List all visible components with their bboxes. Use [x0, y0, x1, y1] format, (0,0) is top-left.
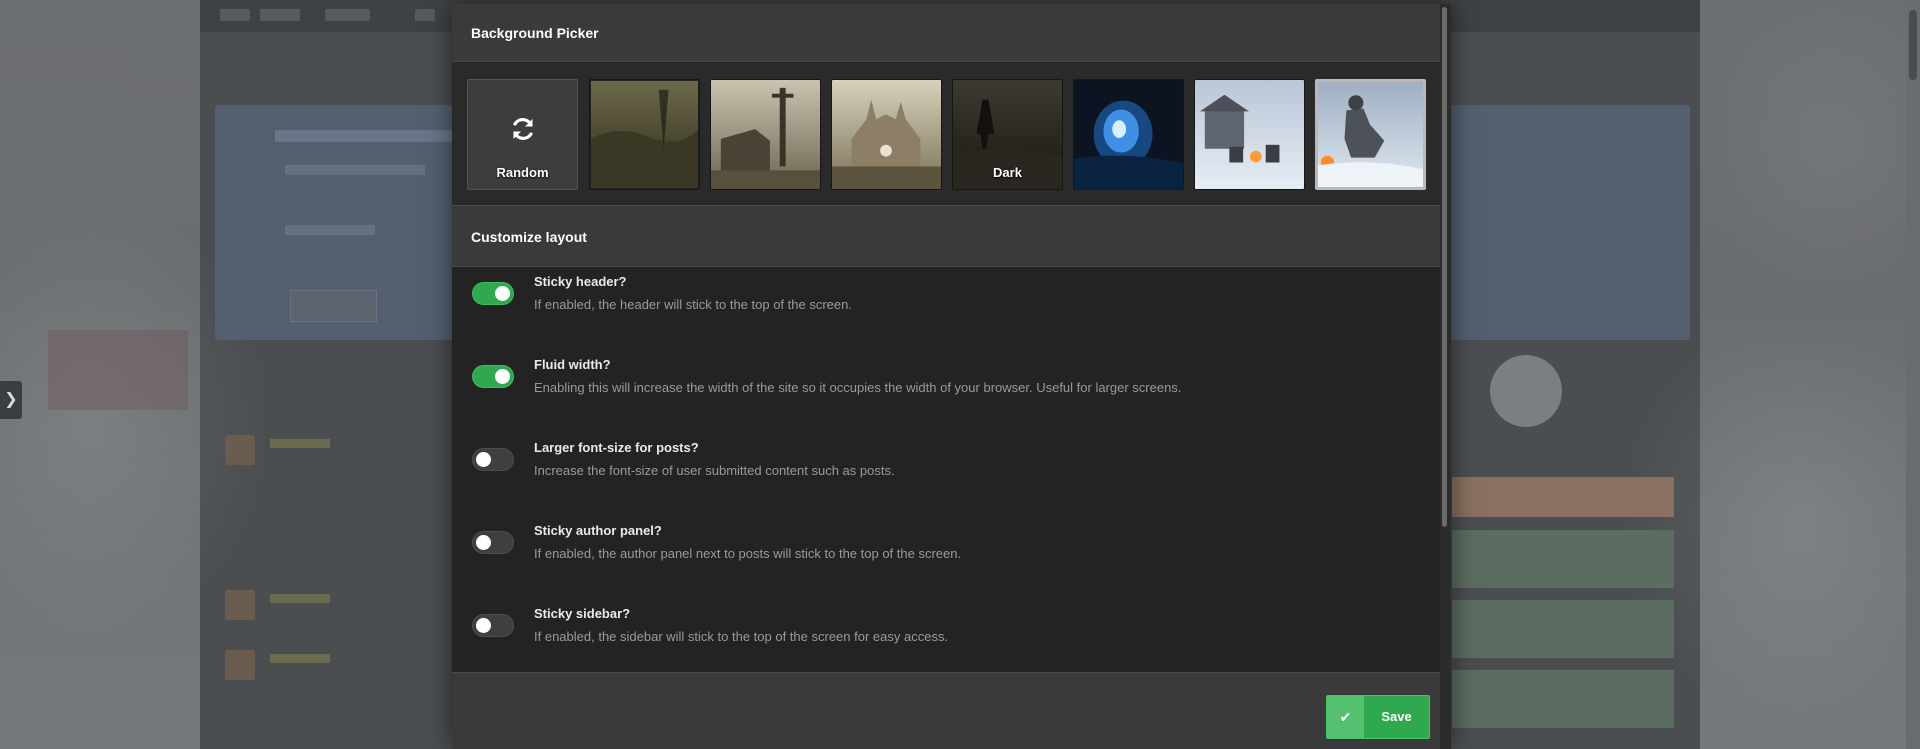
background-option-snowstorm-selected[interactable] — [1315, 79, 1426, 190]
option-title: Sticky author panel? — [534, 523, 662, 538]
option-description: If enabled, the header will stick to the… — [534, 297, 852, 312]
customize-layout-heading: Customize layout — [452, 205, 1440, 267]
backdrop-avatar — [1490, 355, 1562, 427]
option-description: Enabling this will increase the width of… — [534, 380, 1182, 395]
option-fluid-width: Fluid width? Enabling this will increase… — [452, 351, 1440, 421]
background-option-campfire[interactable] — [1194, 79, 1305, 190]
option-larger-font-size: Larger font-size for posts? Increase the… — [452, 434, 1440, 504]
refresh-icon — [468, 114, 577, 149]
sticky-header-toggle[interactable] — [472, 282, 514, 305]
backdrop-sidebar-block — [1452, 670, 1674, 728]
side-panel-toggle[interactable]: ❯ — [0, 381, 22, 419]
option-description: If enabled, the author panel next to pos… — [534, 546, 962, 561]
modal-scrollbar-thumb[interactable] — [1442, 7, 1447, 527]
sticky-author-panel-toggle[interactable] — [472, 531, 514, 554]
sticky-sidebar-toggle[interactable] — [472, 614, 514, 637]
background-picker-heading: Background Picker — [452, 4, 1440, 62]
modal-footer: ✔ Save — [452, 672, 1440, 749]
dark-label: Dark — [993, 165, 1022, 180]
save-label: Save — [1381, 709, 1412, 724]
option-title: Fluid width? — [534, 357, 611, 372]
option-sticky-header: Sticky header? If enabled, the header wi… — [452, 268, 1440, 338]
larger-font-size-toggle[interactable] — [472, 448, 514, 471]
modal-scrollbar[interactable] — [1440, 4, 1451, 749]
save-button[interactable]: ✔ Save — [1326, 695, 1430, 739]
background-option-ruins[interactable] — [710, 79, 821, 190]
option-sticky-author-panel: Sticky author panel? If enabled, the aut… — [452, 517, 1440, 587]
backdrop-left-panel — [48, 330, 188, 410]
option-title: Larger font-size for posts? — [534, 440, 699, 455]
random-label: Random — [496, 165, 549, 180]
backdrop-sidebar-block — [1452, 600, 1674, 658]
background-option-random[interactable]: Random — [467, 79, 578, 190]
background-option-anomaly[interactable] — [1073, 79, 1184, 190]
background-picker: Random Dark — [452, 63, 1440, 205]
chevron-right-icon: ❯ — [4, 391, 18, 408]
backdrop-sidebar-block — [1452, 477, 1674, 517]
option-description: If enabled, the sidebar will stick to th… — [534, 629, 949, 644]
option-title: Sticky sidebar? — [534, 606, 631, 621]
fluid-width-toggle[interactable] — [472, 365, 514, 388]
checkmark-icon: ✔ — [1327, 696, 1364, 738]
background-option-church[interactable] — [831, 79, 942, 190]
option-sticky-sidebar: Sticky sidebar? If enabled, the sidebar … — [452, 600, 1440, 670]
page-scrollbar[interactable] — [1906, 0, 1920, 749]
option-title: Sticky header? — [534, 274, 627, 289]
style-chooser-modal: Background Picker Random Dark Customize … — [452, 4, 1451, 749]
option-description: Increase the font-size of user submitted… — [534, 463, 895, 478]
background-option-dark[interactable]: Dark — [952, 79, 1063, 190]
background-option-swamp[interactable] — [589, 79, 700, 190]
backdrop-sidebar-block — [1452, 530, 1674, 588]
